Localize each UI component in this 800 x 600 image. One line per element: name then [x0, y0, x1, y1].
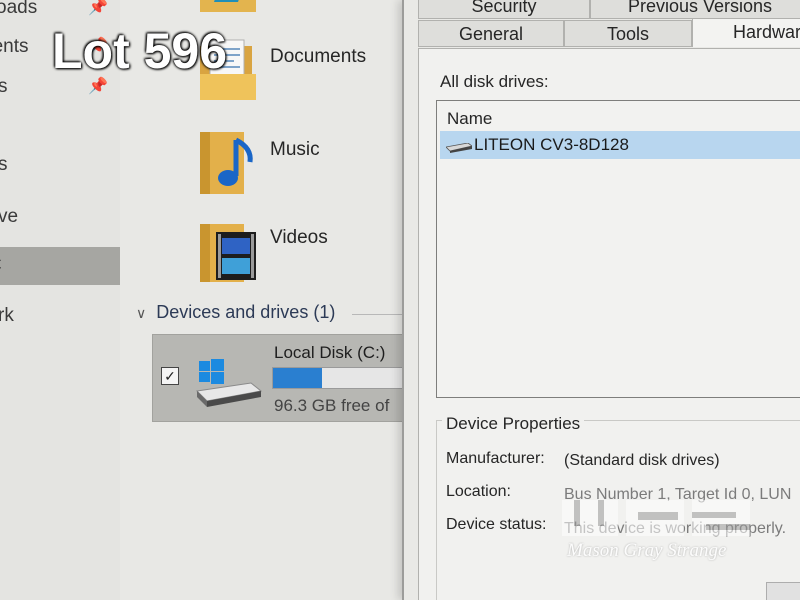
- folder-icon: [200, 0, 256, 12]
- nav-item-music[interactable]: s: [0, 146, 120, 184]
- nav-item-label: rk: [0, 305, 14, 326]
- disk-drives-list[interactable]: Name LITEON CV3-8D128: [436, 100, 800, 398]
- tab-previous-versions[interactable]: Previous Versions: [590, 0, 800, 19]
- drive-name: Local Disk (C:): [274, 343, 386, 362]
- library-label: Videos: [270, 227, 328, 248]
- watermark-text: Mason Gray Strange: [567, 540, 727, 561]
- windows-drive-icon: [195, 359, 263, 407]
- location-label: Location:: [446, 483, 511, 500]
- tab-label: Tools: [606, 24, 650, 44]
- drive-free-space: 96.3 GB free of: [274, 396, 390, 415]
- section-divider: [352, 314, 402, 315]
- tab-security[interactable]: Security: [418, 0, 590, 19]
- nav-item-label: nents: [0, 36, 29, 57]
- tab-label: General: [458, 24, 524, 44]
- drive-checkbox[interactable]: ✓: [161, 367, 179, 385]
- nav-item-label: s: [0, 76, 8, 97]
- devices-and-drives-header[interactable]: ∨ Devices and drives (1): [136, 302, 335, 323]
- tab-tools[interactable]: Tools: [564, 20, 692, 47]
- nav-item-label: s: [0, 154, 8, 175]
- library-label: Documents: [270, 46, 367, 67]
- properties-button[interactable]: [766, 582, 800, 600]
- tab-general[interactable]: General: [418, 20, 564, 47]
- manufacturer-label: Manufacturer:: [446, 450, 545, 467]
- drive-usage-fill: [273, 368, 322, 388]
- drive-tile-local-disk[interactable]: ✓ Local Disk (C:) 96.3 GB free of: [152, 334, 402, 422]
- nav-item-label: C: [0, 247, 2, 285]
- list-item[interactable]: LITEON CV3-8D128: [440, 131, 800, 159]
- all-disk-drives-label: All disk drives:: [440, 72, 549, 91]
- device-properties-title: Device Properties: [442, 414, 585, 434]
- navigation-pane: oads 📌 nents 📌 s 📌 s ve C rk: [0, 0, 120, 600]
- tab-label: Previous Versions: [627, 0, 773, 16]
- videos-folder-icon: [200, 224, 256, 282]
- tab-label: Hardware: [733, 22, 800, 42]
- lot-number-overlay: Lot 596: [52, 23, 228, 79]
- nav-item-onedrive[interactable]: ve: [0, 198, 120, 236]
- nav-item-this-pc[interactable]: C: [0, 247, 120, 285]
- manufacturer-value: (Standard disk drives): [564, 452, 720, 469]
- chevron-down-icon: ∨: [136, 305, 147, 321]
- drive-usage-bar: [272, 367, 402, 389]
- nav-item-label: ve: [0, 206, 19, 227]
- device-status-label: Device status:: [446, 516, 547, 533]
- devices-header-label: Devices and drives (1): [156, 302, 336, 322]
- nav-item-network[interactable]: rk: [0, 297, 120, 335]
- column-header-name[interactable]: Name: [447, 109, 492, 129]
- tab-hardware[interactable]: Hardware: [692, 18, 800, 47]
- library-label: Music: [270, 139, 320, 160]
- auction-house-logo: [562, 500, 750, 536]
- music-folder-icon: [200, 132, 253, 194]
- nav-item-label: oads: [0, 0, 38, 18]
- tab-label: Security: [471, 0, 537, 16]
- content-pane: Documents Music Videos ∨ Devices and driv…: [120, 0, 402, 600]
- hard-disk-icon: [446, 143, 472, 153]
- disk-drive-name: LITEON CV3-8D128: [474, 135, 629, 154]
